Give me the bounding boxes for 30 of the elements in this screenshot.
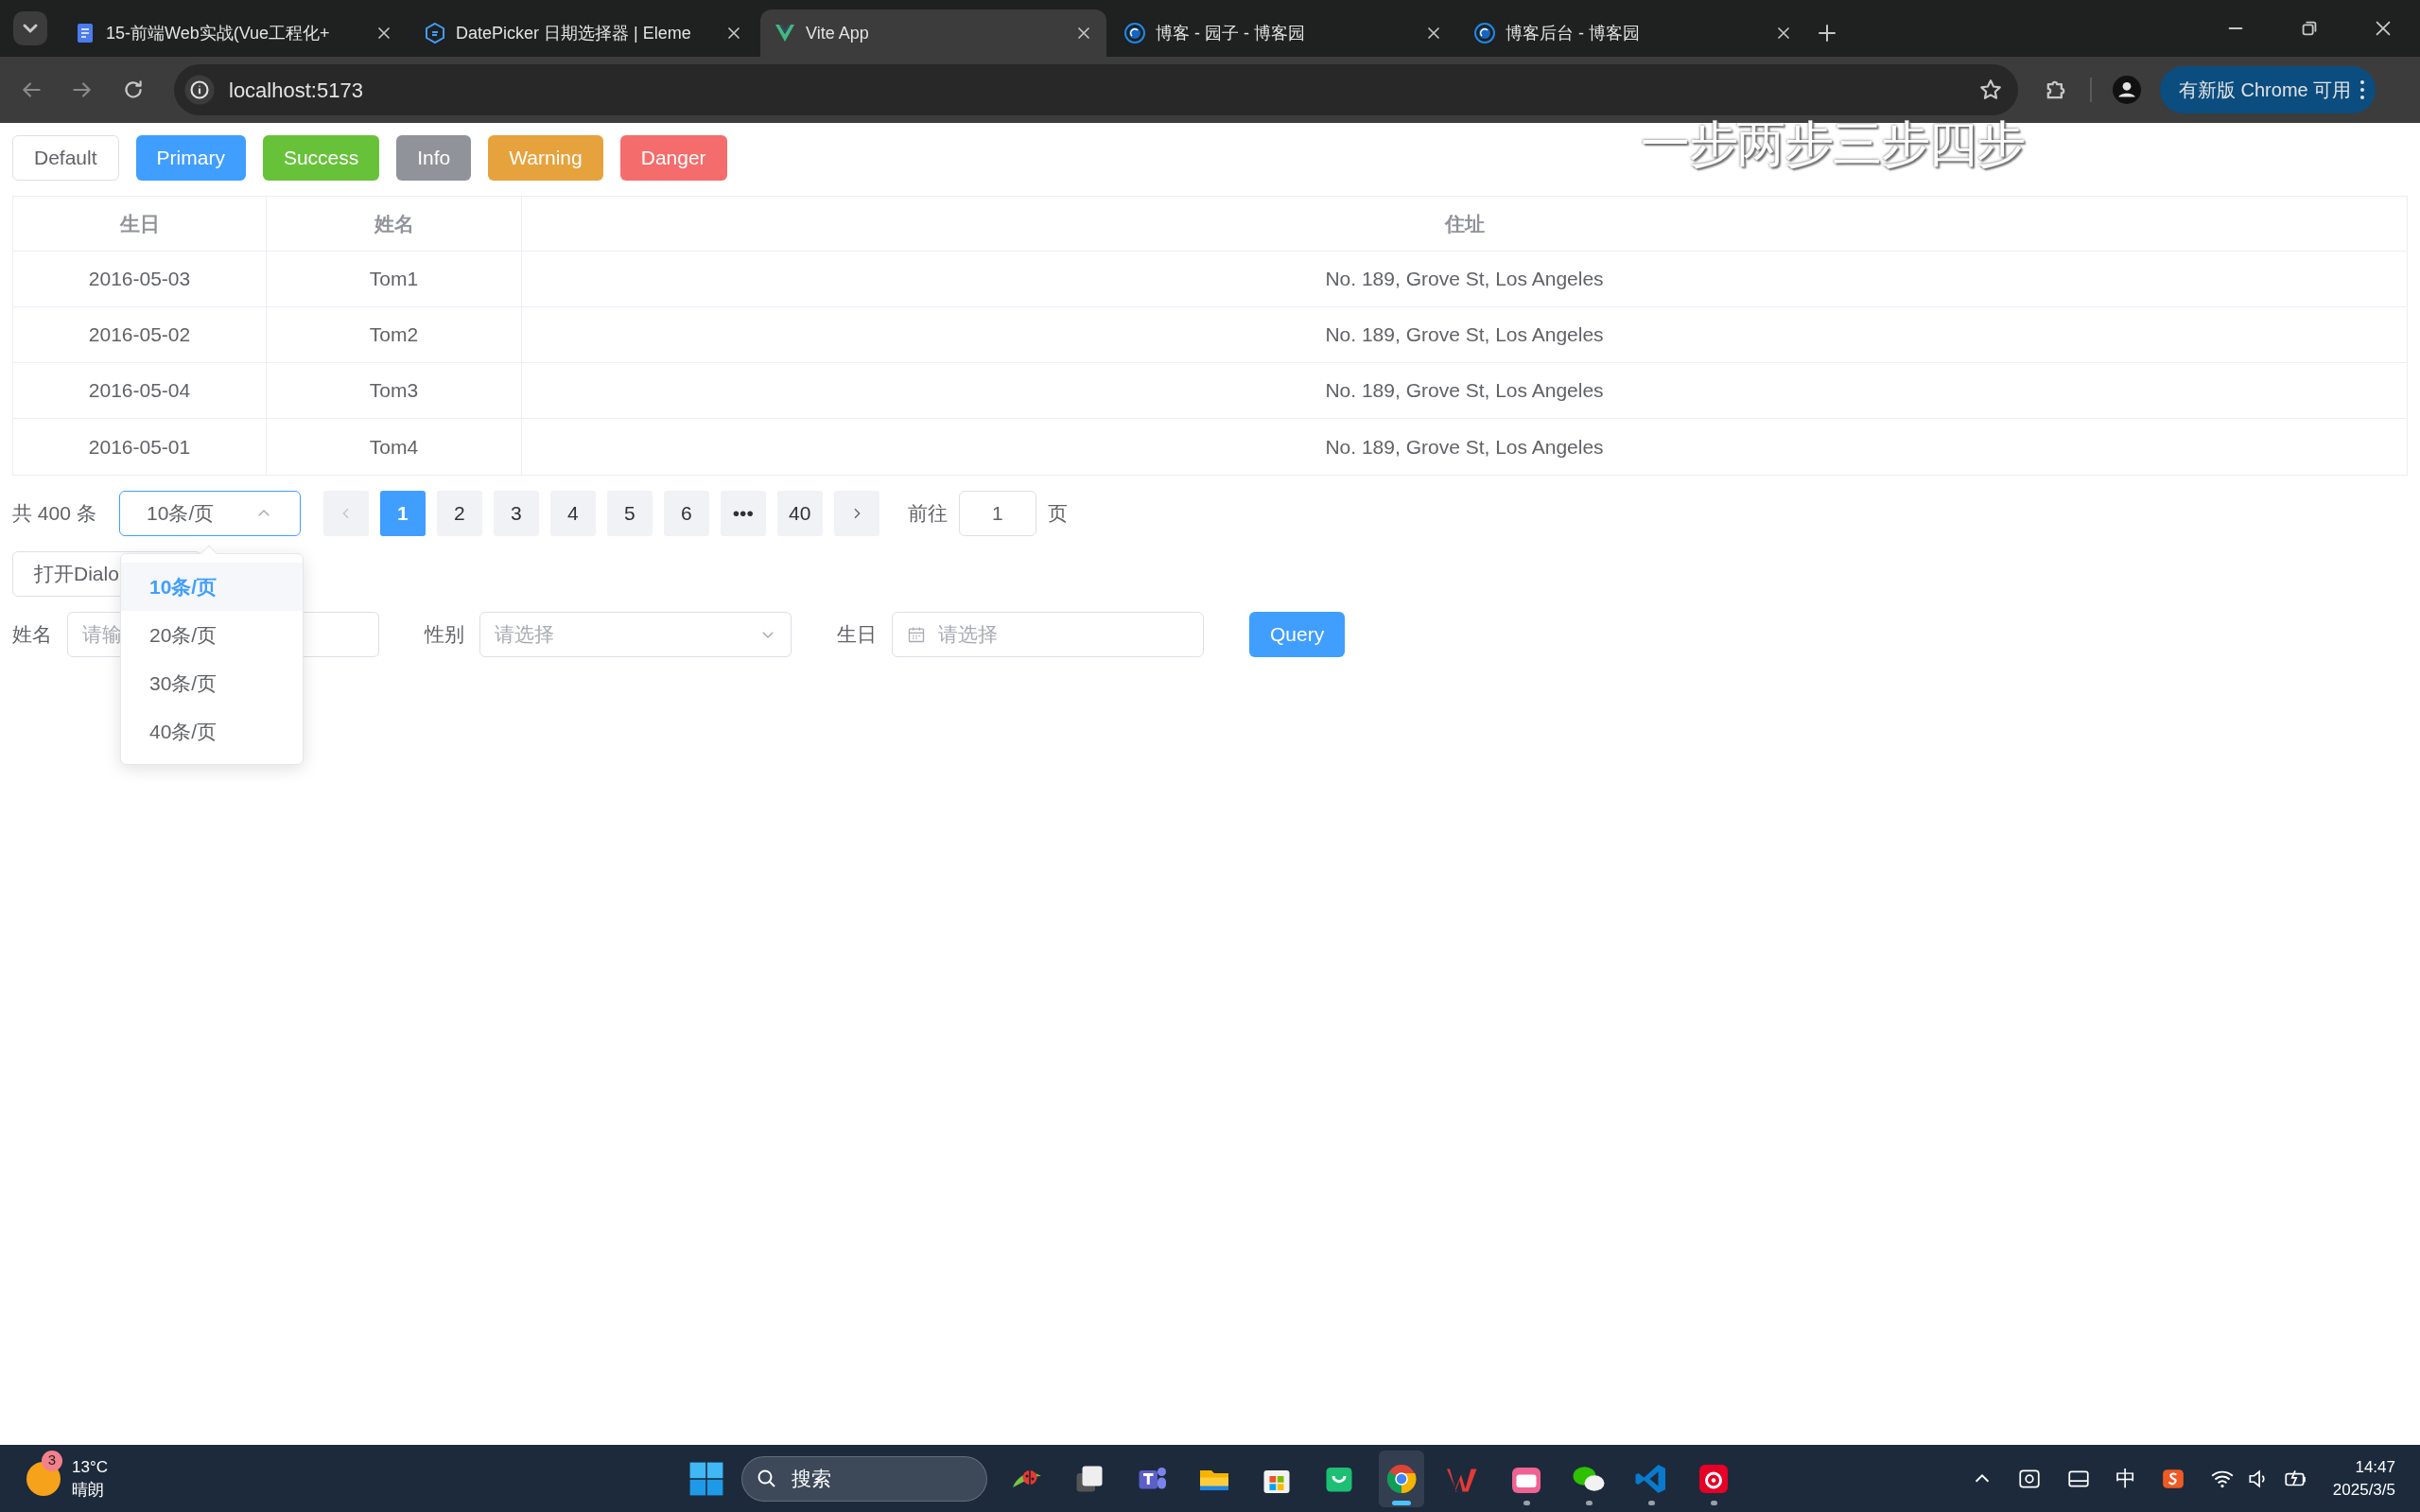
- table-cell: Tom1: [267, 252, 522, 306]
- tab-title: 博客 - 园子 - 博客园: [1156, 22, 1306, 44]
- table-cell-text: No. 189, Grove St, Los Angeles: [1324, 267, 1605, 292]
- table-cell: 2016-05-04: [13, 363, 267, 418]
- table-cell-text: No. 189, Grove St, Los Angeles: [1324, 322, 1605, 348]
- table-cell: 2016-05-03: [13, 252, 267, 306]
- total-count: 共 400 条: [12, 501, 96, 527]
- table-cell: Tom2: [267, 307, 522, 362]
- column-header: 姓名: [267, 197, 522, 251]
- table-cell: 2016-05-02: [13, 307, 267, 362]
- tab-title: DatePicker 日期选择器 | Eleme: [456, 22, 692, 44]
- weather-temperature: 13°C: [72, 1456, 108, 1478]
- column-header: 住址: [1443, 211, 1486, 236]
- field-label: 姓名: [12, 622, 52, 648]
- notification-badge: 3: [42, 1450, 62, 1471]
- field-label: 性别: [423, 622, 464, 648]
- weather-condition: 晴朗: [72, 1479, 105, 1501]
- tab-title: Vite App: [806, 22, 870, 44]
- page-unit-label: 页: [1047, 501, 1068, 527]
- field-label: 生日: [836, 622, 877, 648]
- table-cell: 2016-05-01: [13, 419, 267, 475]
- tab-title: 博客后台 - 博客园: [1506, 22, 1641, 44]
- table-cell: Tom4: [267, 419, 522, 475]
- column-header: 生日: [13, 197, 267, 251]
- url-text: localhost:5173: [229, 77, 364, 104]
- tab-title: 15-前端Web实战(Vue工程化+: [106, 22, 331, 44]
- goto-label: 前往: [907, 501, 948, 527]
- table-cell-text: No. 189, Grove St, Los Angeles: [1324, 434, 1605, 460]
- table-cell-text: No. 189, Grove St, Los Angeles: [1324, 378, 1605, 404]
- table-cell: Tom3: [267, 363, 522, 418]
